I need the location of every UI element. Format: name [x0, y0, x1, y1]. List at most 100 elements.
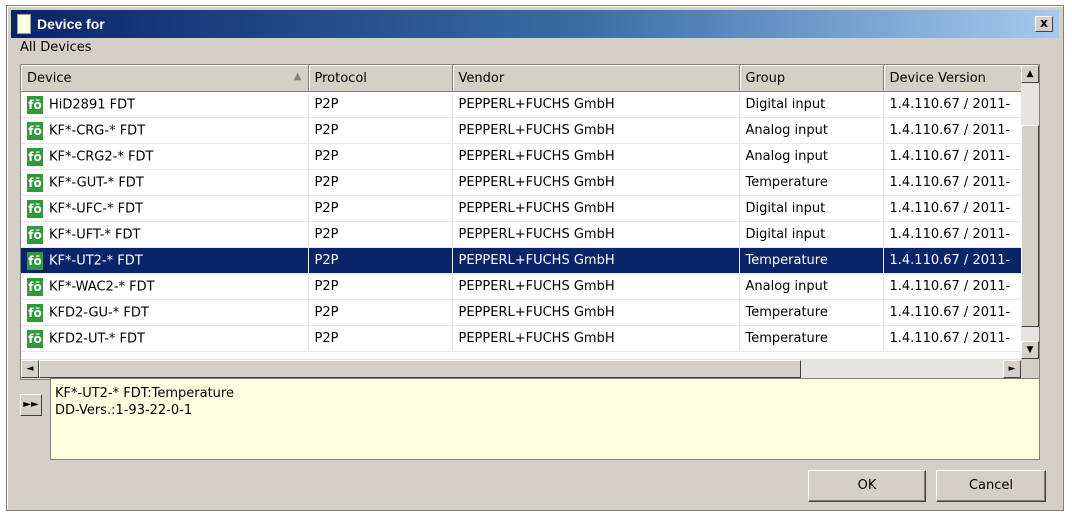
- device-name: KF*-CRG2-* FDT: [49, 149, 154, 164]
- column-header-vendor[interactable]: Vendor: [452, 65, 740, 92]
- cell-version: 1.4.110.67 / 2011-: [883, 273, 1024, 300]
- app-icon: [17, 14, 31, 34]
- cell-device: fō KFD2-UT-* FDT: [21, 325, 309, 352]
- device-icon: fō: [27, 147, 43, 166]
- table-row[interactable]: fō KF*-CRG2-* FDT P2P PEPPERL+FUCHS GmbH Ana…: [21, 143, 1024, 170]
- table-header: Device ▲ Protocol Vendor Group Device Ver…: [21, 65, 1024, 92]
- column-header-group[interactable]: Group: [739, 65, 884, 92]
- device-name: KF*-GUT-* FDT: [49, 175, 144, 190]
- device-icon: fō: [27, 225, 43, 244]
- table-row[interactable]: fō KF*-CRG-* FDT P2P PEPPERL+FUCHS GmbH Anal…: [21, 117, 1024, 144]
- device-icon: fō: [27, 199, 43, 218]
- cell-device: fō KF*-UFC-* FDT: [21, 195, 309, 222]
- device-icon: fō: [27, 95, 43, 114]
- cell-device: fō HiD2891 FDT: [21, 91, 309, 118]
- device-name: KF*-WAC2-* FDT: [49, 279, 155, 294]
- vertical-scroll-thumb[interactable]: [1021, 125, 1039, 327]
- table-row[interactable]: fō KF*-UFC-* FDT P2P PEPPERL+FUCHS GmbH Digi…: [21, 195, 1024, 222]
- cell-vendor: PEPPERL+FUCHS GmbH: [452, 299, 740, 326]
- device-icon: fō: [27, 251, 43, 270]
- cell-protocol: P2P: [308, 169, 453, 196]
- cell-group: Analog input: [739, 117, 884, 144]
- cell-device: fō KF*-WAC2-* FDT: [21, 273, 309, 300]
- scroll-left-button[interactable]: ◄: [21, 360, 39, 378]
- cell-protocol: P2P: [308, 91, 453, 118]
- cell-vendor: PEPPERL+FUCHS GmbH: [452, 117, 740, 144]
- device-icon: fō: [27, 303, 43, 322]
- device-name: KF*-UFT-* FDT: [49, 227, 141, 242]
- close-icon: x: [1040, 16, 1048, 30]
- cell-vendor: PEPPERL+FUCHS GmbH: [452, 91, 740, 118]
- cell-protocol: P2P: [308, 143, 453, 170]
- device-name: KFD2-GU-* FDT: [49, 305, 149, 320]
- scrollbar-corner: [1021, 359, 1039, 379]
- cell-vendor: PEPPERL+FUCHS GmbH: [452, 247, 740, 274]
- cell-group: Analog input: [739, 143, 884, 170]
- cell-protocol: P2P: [308, 221, 453, 248]
- device-grid: Device ▲ Protocol Vendor Group Device Ver…: [21, 65, 1024, 352]
- cell-protocol: P2P: [308, 299, 453, 326]
- cell-version: 1.4.110.67 / 2011-: [883, 325, 1024, 352]
- table-row[interactable]: fō HiD2891 FDT P2P PEPPERL+FUCHS GmbH Digita…: [21, 91, 1024, 118]
- table-row[interactable]: fō KFD2-GU-* FDT P2P PEPPERL+FUCHS GmbH Temp…: [21, 299, 1024, 326]
- cell-version: 1.4.110.67 / 2011-: [883, 169, 1024, 196]
- title-bar[interactable]: Device for x: [11, 10, 1059, 38]
- column-header-device[interactable]: Device ▲: [21, 65, 309, 92]
- horizontal-scrollbar[interactable]: ◄ ►: [21, 359, 1021, 379]
- sort-ascending-icon: ▲: [293, 70, 302, 82]
- device-icon: fō: [27, 173, 43, 192]
- table-row[interactable]: fō KFD2-UT-* FDT P2P PEPPERL+FUCHS GmbH Temp…: [21, 325, 1024, 352]
- cell-protocol: P2P: [308, 247, 453, 274]
- cell-group: Temperature: [739, 325, 884, 352]
- column-header-device-version[interactable]: Device Version: [883, 65, 1024, 92]
- cell-device: fō KF*-CRG-* FDT: [21, 117, 309, 144]
- cell-group: Temperature: [739, 299, 884, 326]
- horizontal-scroll-thumb[interactable]: [39, 360, 801, 378]
- cancel-button[interactable]: Cancel: [936, 470, 1046, 502]
- cell-version: 1.4.110.67 / 2011-: [883, 247, 1024, 274]
- cell-group: Digital input: [739, 221, 884, 248]
- fast-forward-icon: ►►: [23, 399, 39, 410]
- cell-version: 1.4.110.67 / 2011-: [883, 91, 1024, 118]
- breadcrumb: All Devices: [20, 40, 92, 55]
- cell-device: fō KF*-UFT-* FDT: [21, 221, 309, 248]
- device-name: HiD2891 FDT: [49, 97, 136, 112]
- cell-device: fō KF*-UT2-* FDT: [21, 247, 309, 274]
- info-device-group: KF*-UT2-* FDT:Temperature: [55, 386, 234, 401]
- cell-vendor: PEPPERL+FUCHS GmbH: [452, 325, 740, 352]
- cell-group: Digital input: [739, 91, 884, 118]
- cell-protocol: P2P: [308, 117, 453, 144]
- vertical-scrollbar[interactable]: ▲ ▼: [1021, 65, 1039, 359]
- ok-button[interactable]: OK: [808, 470, 926, 502]
- expand-details-button[interactable]: ►►: [20, 394, 42, 416]
- scroll-up-button[interactable]: ▲: [1021, 65, 1039, 83]
- table-row[interactable]: fō KF*-GUT-* FDT P2P PEPPERL+FUCHS GmbH Temp…: [21, 169, 1024, 196]
- table-row[interactable]: fō KF*-UFT-* FDT P2P PEPPERL+FUCHS GmbH Digi…: [21, 221, 1024, 248]
- device-icon: fō: [27, 121, 43, 140]
- table-row[interactable]: fō KF*-UT2-* FDT P2P PEPPERL+FUCHS GmbH Temp…: [21, 247, 1024, 274]
- scroll-right-button[interactable]: ►: [1003, 360, 1021, 378]
- cell-device: fō KFD2-GU-* FDT: [21, 299, 309, 326]
- cell-group: Temperature: [739, 247, 884, 274]
- cell-group: Analog input: [739, 273, 884, 300]
- cell-protocol: P2P: [308, 273, 453, 300]
- cell-vendor: PEPPERL+FUCHS GmbH: [452, 169, 740, 196]
- column-header-protocol[interactable]: Protocol: [308, 65, 453, 92]
- device-name: KF*-UFC-* FDT: [49, 201, 144, 216]
- close-button[interactable]: x: [1035, 16, 1053, 32]
- window-title: Device for: [37, 16, 105, 32]
- device-info-panel: KF*-UT2-* FDT:Temperature DD-Vers.:1-93-…: [50, 378, 1040, 460]
- table-row[interactable]: fō KF*-WAC2-* FDT P2P PEPPERL+FUCHS GmbH Ana…: [21, 273, 1024, 300]
- device-icon: fō: [27, 277, 43, 296]
- cell-protocol: P2P: [308, 325, 453, 352]
- scroll-down-button[interactable]: ▼: [1021, 341, 1039, 359]
- cell-group: Temperature: [739, 169, 884, 196]
- device-name: KF*-CRG-* FDT: [49, 123, 146, 138]
- cell-group: Digital input: [739, 195, 884, 222]
- cell-version: 1.4.110.67 / 2011-: [883, 195, 1024, 222]
- cell-vendor: PEPPERL+FUCHS GmbH: [452, 221, 740, 248]
- cell-device: fō KF*-CRG2-* FDT: [21, 143, 309, 170]
- cell-vendor: PEPPERL+FUCHS GmbH: [452, 195, 740, 222]
- cell-version: 1.4.110.67 / 2011-: [883, 299, 1024, 326]
- device-name: KFD2-UT-* FDT: [49, 331, 145, 346]
